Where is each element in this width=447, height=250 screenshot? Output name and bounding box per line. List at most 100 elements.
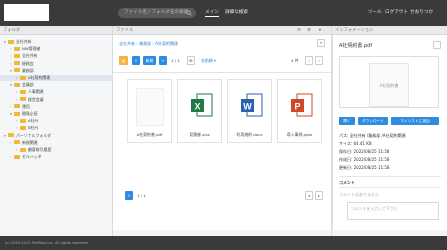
add-to-list-button[interactable]: マイリストに追加 [391, 117, 439, 125]
file-count: 4 件 [291, 58, 299, 63]
folder-label: 総務会 [22, 60, 34, 66]
folder-tree-item[interactable]: › 人事関連 [0, 89, 112, 95]
nav-tools[interactable]: ツール [368, 9, 382, 15]
pdf-page-icon [135, 88, 164, 126]
breadcrumb[interactable]: 全社共有 › 業務部 › A社契約関連 [119, 41, 178, 47]
folder-tree-item[interactable]: › 新規関連 [0, 140, 112, 146]
nav-user[interactable]: せおりつか [410, 9, 433, 15]
app-logo[interactable] [4, 4, 49, 21]
comment-heading: コメント [339, 180, 355, 185]
prev-page-button[interactable]: ‹ [305, 56, 313, 65]
file-name: A社契約書.pdf [136, 132, 163, 137]
refresh-icon[interactable]: ⟳ [297, 26, 301, 35]
pagination: + 1 / 1 ◂ ▸ [125, 191, 325, 200]
comment-placeholder: コメントを入力して下さい [351, 206, 398, 211]
file-thumbnail: X [182, 84, 217, 129]
chevron-down-icon[interactable]: ▾ [317, 39, 325, 47]
open-button[interactable]: 開く [339, 117, 355, 125]
file-card[interactable]: W 利用規約.docx [227, 79, 272, 143]
nav-main[interactable]: メイン [205, 9, 219, 17]
folder-tree-item[interactable]: › 顧客取引履歴 [0, 147, 112, 153]
add-icon[interactable]: + [132, 56, 140, 65]
folder-tree: ▾ 全社共有 › NW管理者 › 全社共有 › 総務会 ▾ 業務部 › A社契約関連 ▾ 会議部 › 人事関連… [0, 35, 112, 230]
folder-tree-item[interactable]: ▾ パーソナルフォルダ [0, 133, 112, 139]
folder-tree-item[interactable]: › A社PJ [0, 118, 112, 124]
folder-label: 新規関連 [22, 139, 38, 145]
top-navigation-bar: ファイル名 / フォルダ名の検索 メイン 詳細な検索 ツール ログアウト せおり… [0, 0, 447, 26]
settings-icon[interactable]: ⚙ [307, 26, 311, 35]
next-page-button[interactable]: › [315, 56, 323, 65]
file-thumbnail: W [232, 84, 267, 129]
info-panel-header: インフォメーション [332, 26, 447, 35]
folder-tree-item[interactable]: › A社契約関連 [0, 75, 112, 81]
file-preview[interactable]: A社契約書 [339, 56, 439, 108]
folder-icon [14, 111, 20, 116]
folder-icon [14, 46, 20, 51]
file-name: 見積書.xlsx [189, 132, 210, 137]
file-card[interactable]: X 見積書.xlsx [177, 79, 222, 143]
folder-panel-title: フォルダ [3, 28, 21, 33]
folder-tree-item[interactable]: › NW管理者 [0, 46, 112, 52]
info-menu-button[interactable] [433, 41, 441, 49]
info-panel-title: インフォメーション [335, 28, 374, 33]
search-placeholder: ファイル名 / フォルダ名の検索 [124, 10, 189, 15]
folder-label: セルハッタ [22, 154, 42, 160]
sort-dropdown[interactable]: 名前順 ▾ [201, 56, 216, 65]
folder-icon [20, 147, 26, 152]
folder-tree-item[interactable]: ▾ 会議部 [0, 82, 112, 88]
grid-view-icon[interactable]: ⊞ [187, 56, 195, 65]
folder-tree-item[interactable]: › 総務会 [0, 61, 112, 67]
folder-tree-item[interactable]: › 運用 [0, 104, 112, 110]
meta-size: サイズ: 64.41 KB [339, 141, 372, 146]
folder-label: 経営会議 [28, 96, 44, 102]
folder-icon [8, 133, 14, 138]
folder-tree-item[interactable]: › B社PJ [0, 125, 112, 131]
folder-tree-item[interactable]: › 経営会議 [0, 97, 112, 103]
footer: (c) 2020-2022 FileMost Inc. All rights r… [0, 236, 447, 250]
divider [339, 187, 441, 188]
preview-page: A社契約書 [369, 63, 409, 107]
folder-icon [20, 125, 26, 130]
meta-updated: 更新日: 2022/08/25 11:58 [339, 165, 390, 170]
search-input[interactable]: ファイル名 / フォルダ名の検索 [118, 8, 196, 18]
file-list-panel: 全社共有 › 業務部 › A社契約関連 ▾ ▤ + 新規 + 1 / 1 ⊞ 名… [113, 35, 331, 230]
comment-input[interactable]: コメントを入力して下さい [347, 202, 439, 220]
nav-advanced-search[interactable]: 詳細な検索 [225, 9, 248, 15]
file-name: 利用規約.docx [236, 132, 263, 137]
folder-label: 人事関連 [28, 89, 44, 95]
download-button[interactable]: ダウンロード [358, 117, 388, 125]
page-indicator: 1 / 1 [171, 58, 180, 63]
file-card[interactable]: A社契約書.pdf [127, 79, 172, 143]
divider [113, 72, 331, 73]
folder-icon [14, 140, 20, 145]
info-panel: A社契約書.pdf A社契約書 開く ダウンロード マイリストに追加 パス: 全… [332, 35, 447, 230]
comment-empty-text: コメントはありません [339, 192, 379, 197]
plus-icon[interactable]: + [159, 56, 167, 65]
folder-tree-item[interactable]: ▾ 業務部 [0, 68, 112, 74]
folder-tree-item[interactable]: › セルハッタ [0, 154, 112, 160]
pager-prev-button[interactable]: ◂ [305, 191, 313, 200]
folder-label: NW管理者 [22, 46, 41, 52]
file-thumbnail: P [282, 84, 317, 129]
folder-icon [14, 68, 20, 73]
first-page-button[interactable]: + [125, 191, 133, 200]
upload-button[interactable]: ▤ [119, 56, 128, 65]
more-icon[interactable]: ▾ [319, 26, 321, 35]
nav-logout[interactable]: ログアウト [385, 9, 408, 15]
new-button[interactable]: 新規 [143, 56, 156, 65]
file-thumbnail [132, 84, 167, 129]
folder-label: A社契約関連 [28, 75, 51, 80]
folder-tree-item[interactable]: › 全社共有 [0, 53, 112, 59]
file-card[interactable]: P 導入事例.pptx [277, 79, 322, 143]
folder-label: 業務部 [22, 67, 34, 73]
search-icon[interactable] [186, 10, 192, 16]
folder-label: 開発企画 [22, 111, 38, 116]
folder-tree-item[interactable]: ▾ 開発企画 [0, 111, 112, 117]
file-name: 導入事例.pptx [286, 132, 313, 137]
folder-icon [8, 39, 14, 44]
folder-tree-item[interactable]: ▾ 全社共有 [0, 39, 112, 45]
pager-next-button[interactable]: ▸ [315, 191, 323, 200]
meta-path: パス: 全社共有 /業務部 /A社契約関連 [339, 133, 406, 138]
meta-created: 作成日: 2022/08/25 11:58 [339, 157, 390, 162]
divider [339, 176, 441, 177]
